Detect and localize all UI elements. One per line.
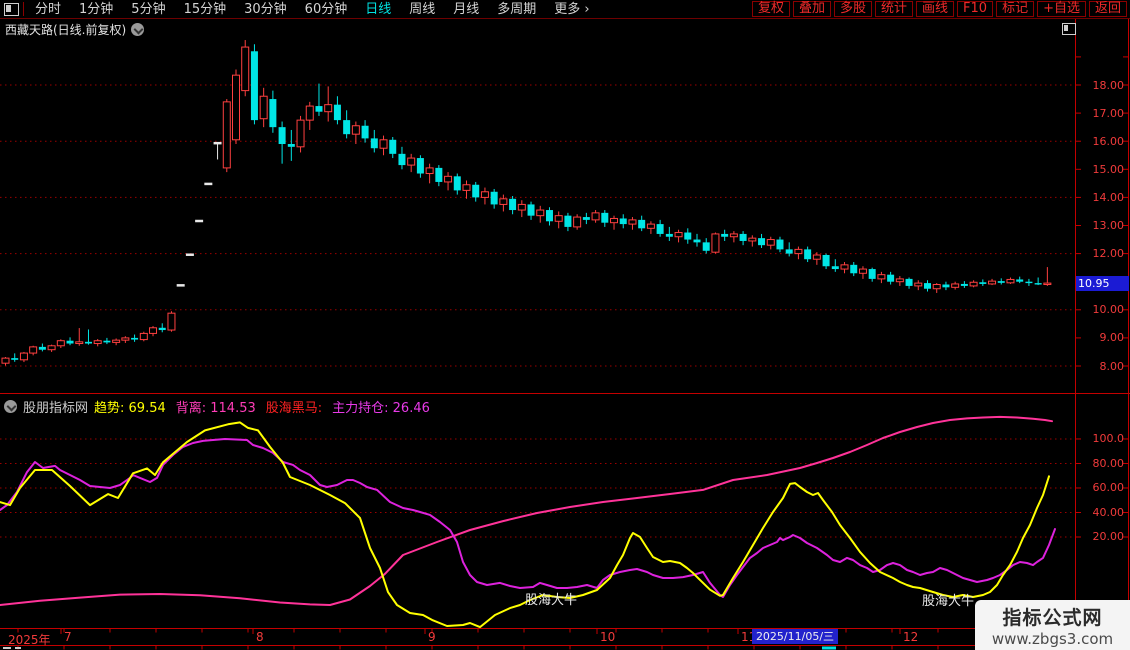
last-price-badge: 10.95 [1076, 276, 1129, 291]
period-tab-15分钟[interactable]: 15分钟 [175, 1, 236, 18]
indicator-axis-label: 100.0 [1076, 433, 1124, 444]
year-label: 2025年 [8, 631, 51, 648]
toolbar-button-叠加[interactable]: 叠加 [793, 1, 831, 17]
chevron-down-icon[interactable] [131, 23, 144, 36]
maximize-pane-icon[interactable] [1062, 23, 1076, 35]
period-tab-分时[interactable]: 分时 [26, 1, 70, 18]
chart-canvas [0, 0, 1130, 650]
price-label: 17.00 [1076, 108, 1124, 119]
split-window-icon[interactable] [4, 3, 19, 16]
toolbar-button-统计[interactable]: 统计 [875, 1, 913, 17]
month-label-7: 7 [64, 631, 72, 643]
month-label-8: 8 [256, 631, 264, 643]
metric-主力持仓: 主力持仓: 26.46 [332, 397, 430, 416]
period-tab-多周期[interactable]: 多周期 [488, 1, 545, 18]
toolbar-button-复权[interactable]: 复权 [752, 1, 790, 17]
watermark-url: www.zbgs3.com [975, 630, 1130, 648]
period-tab-30分钟[interactable]: 30分钟 [235, 1, 296, 18]
period-tab-周线[interactable]: 周线 [400, 1, 444, 18]
month-label-9: 9 [428, 631, 436, 643]
price-label: 12.00 [1076, 248, 1124, 259]
chart-title-label: 西藏天路(日线.前复权) [5, 21, 126, 38]
indicator-axis-label: 40.00 [1076, 507, 1124, 518]
watermark: 指标公式网 www.zbgs3.com [975, 600, 1130, 650]
trading-app: { "toolbar": { "periods": [ {"label": "分… [0, 0, 1130, 650]
period-tabs: 分时1分钟5分钟15分钟30分钟60分钟日线周线月线多周期更多 › [26, 1, 599, 18]
price-label: 8.00 [1076, 361, 1124, 372]
metric-趋势: 趋势: 69.54 [94, 397, 166, 416]
toolbar-right-buttons: 复权叠加多股统计画线F10标记+自选返回 [752, 1, 1127, 17]
toolbar-button-F10[interactable]: F10 [957, 1, 993, 17]
toolbar-button-画线[interactable]: 画线 [916, 1, 954, 17]
price-label: 18.00 [1076, 80, 1124, 91]
toolbar-button-多股[interactable]: 多股 [834, 1, 872, 17]
period-tab-月线[interactable]: 月线 [444, 1, 488, 18]
price-label: 14.00 [1076, 192, 1124, 203]
indicator-metrics: 趋势: 69.54 背离: 114.53 股海黑马: 主力持仓: 26.46 [94, 397, 430, 416]
indicator-axis-label: 80.00 [1076, 458, 1124, 469]
chart-title-row: 西藏天路(日线.前复权) [5, 21, 144, 38]
price-label: 9.00 [1076, 332, 1124, 343]
toolbar-divider [23, 2, 24, 16]
month-label-10: 10 [600, 631, 615, 643]
top-toolbar: 分时1分钟5分钟15分钟30分钟60分钟日线周线月线多周期更多 › 复权叠加多股… [0, 0, 1130, 19]
period-tab-1分钟[interactable]: 1分钟 [70, 1, 122, 18]
price-label: 16.00 [1076, 136, 1124, 147]
indicator-annotation: 股海大牛 [525, 594, 577, 607]
watermark-title: 指标公式网 [975, 603, 1130, 630]
collapse-indicator-icon[interactable] [4, 400, 17, 413]
price-label: 15.00 [1076, 164, 1124, 175]
indicator-header: 股朋指标网 趋势: 69.54 背离: 114.53 股海黑马: 主力持仓: 26.4… [4, 397, 430, 416]
indicator-axis-label: 20.00 [1076, 531, 1124, 542]
highlighted-date: 2025/11/05/三 [752, 629, 838, 644]
price-label: 10.00 [1076, 304, 1124, 315]
indicator-annotation: 股海大牛 [922, 595, 974, 608]
toolbar-button-+自选[interactable]: +自选 [1037, 1, 1086, 17]
month-label-12: 12 [903, 631, 918, 643]
metric-背离: 背离: 114.53 [176, 397, 256, 416]
toolbar-button-标记[interactable]: 标记 [996, 1, 1034, 17]
period-tab-5分钟[interactable]: 5分钟 [122, 1, 174, 18]
price-label: 13.00 [1076, 220, 1124, 231]
period-tab-更多 ›[interactable]: 更多 › [545, 1, 598, 18]
metric-股海黑马: 股海黑马: [266, 397, 322, 416]
indicator-axis-label: 60.00 [1076, 482, 1124, 493]
indicator-source-label: 股朋指标网 [23, 397, 88, 416]
period-tab-60分钟[interactable]: 60分钟 [296, 1, 357, 18]
toolbar-button-返回[interactable]: 返回 [1089, 1, 1127, 17]
period-tab-日线[interactable]: 日线 [356, 1, 400, 18]
